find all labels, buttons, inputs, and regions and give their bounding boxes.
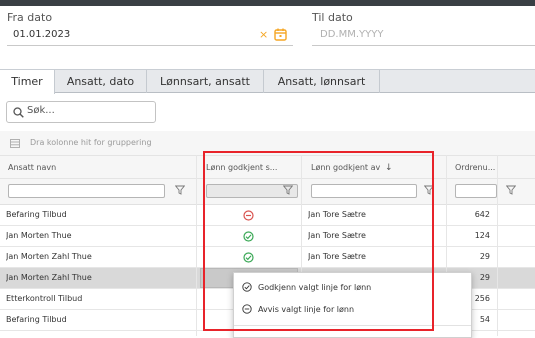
clear-icon[interactable]: × (259, 24, 268, 46)
column-header-order-number[interactable]: Ordrenu... (455, 156, 515, 180)
search-input[interactable]: Søk... (6, 101, 156, 123)
tab-timer[interactable]: Timer (0, 70, 55, 94)
column-header-employee[interactable]: Ansatt navn (8, 156, 193, 180)
order-number-filter-input[interactable] (455, 184, 497, 198)
employee-name: Jan Morten Zahl Thue (6, 273, 92, 282)
calendar-icon[interactable] (274, 28, 287, 41)
order-number: 642 (474, 210, 490, 219)
from-date-field[interactable]: 01.01.2023 × (7, 24, 293, 46)
top-bar (0, 0, 535, 6)
order-number: 29 (479, 252, 490, 261)
employee-name: Jan Morten Zahl Thue (6, 252, 92, 261)
tab-bar: Timer Ansatt, dato Lønnsart, ansatt Ansa… (0, 69, 535, 94)
employee-filter-input[interactable] (8, 184, 165, 198)
tab-lonnsart-ansatt[interactable]: Lønnsart, ansatt (147, 70, 264, 93)
to-date-field[interactable]: DD.MM.YYYY (312, 24, 535, 46)
employee-name: Jan Morten Thue (6, 231, 72, 240)
tab-ansatt-lonnsart[interactable]: Ansatt, lønnsart (264, 70, 380, 93)
to-date-label: Til dato (312, 11, 353, 24)
order-number: 124 (474, 231, 490, 240)
employee-name: Befaring Tilbud (6, 210, 67, 219)
search-placeholder: Søk... (27, 105, 55, 116)
group-icon (10, 139, 20, 148)
funnel-icon[interactable] (175, 185, 185, 195)
search-icon (13, 107, 24, 118)
group-panel-text: Dra kolonne hit for gruppering (30, 138, 152, 147)
funnel-icon[interactable] (506, 185, 516, 195)
highlight-box (203, 151, 434, 331)
from-date-label: Fra dato (7, 11, 53, 24)
from-date-value: 01.01.2023 (13, 29, 71, 40)
tab-ansatt-dato[interactable]: Ansatt, dato (55, 70, 147, 93)
employee-name: Etterkontroll Tilbud (6, 294, 83, 303)
column-divider (497, 155, 498, 336)
employee-name: Befaring Tilbud (6, 315, 67, 324)
column-divider (196, 155, 197, 336)
to-date-placeholder: DD.MM.YYYY (320, 29, 384, 40)
